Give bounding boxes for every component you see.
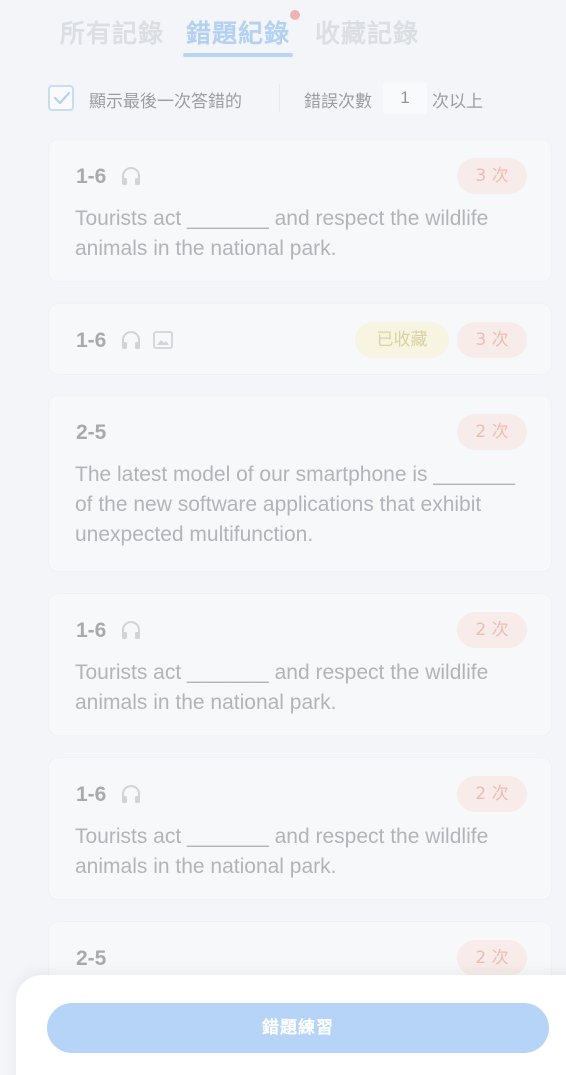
- record-card[interactable]: 1-6 2 次 Tourists act _______ and respect…: [48, 757, 552, 900]
- question-text: The latest model of our smartphone is __…: [75, 463, 516, 546]
- active-tab-indicator: [183, 53, 293, 57]
- filter-row: 顯示最後一次答錯的 錯誤次數 1 次以上: [0, 80, 566, 116]
- question-text: Tourists act _______ and respect the wil…: [75, 825, 489, 878]
- card-title: 1-6: [76, 619, 107, 642]
- wrong-count-badge: 2 次: [457, 940, 527, 976]
- headphones-icon: [120, 783, 142, 805]
- record-card[interactable]: 2-5 2 次 The latest model of our smartpho…: [48, 395, 552, 572]
- card-title: 2-5: [76, 421, 107, 444]
- record-card[interactable]: 1-6 2 次 Tourists act _______ and respect…: [48, 593, 552, 736]
- show-last-wrong-checkbox[interactable]: [48, 85, 74, 111]
- error-count-input[interactable]: 1: [383, 82, 427, 114]
- wrong-count-badge: 2 次: [457, 414, 527, 450]
- error-count-label: 錯誤次數: [304, 92, 372, 112]
- headphones-icon: [120, 329, 142, 351]
- image-icon: [152, 329, 174, 351]
- practice-wrong-button[interactable]: 錯題練習: [47, 1003, 549, 1053]
- headphones-icon: [120, 165, 142, 187]
- error-count-suffix: 次以上: [432, 92, 483, 112]
- record-card[interactable]: 1-6 3 次 Tourists act _______ and respect…: [48, 139, 552, 282]
- divider: [279, 84, 280, 112]
- headphones-icon: [120, 619, 142, 641]
- checkbox-label[interactable]: 顯示最後一次答錯的: [89, 87, 242, 112]
- check-icon: [53, 91, 71, 105]
- card-title: 2-5: [76, 947, 107, 970]
- wrong-count-badge: 2 次: [457, 612, 527, 648]
- wrong-count-badge: 2 次: [457, 776, 527, 812]
- tab-all-records[interactable]: 所有記錄: [60, 14, 164, 50]
- wrong-count-badge: 3 次: [457, 322, 527, 358]
- tab-wrong-records[interactable]: 錯題紀錄: [186, 14, 290, 50]
- question-text: Tourists act _______ and respect the wil…: [75, 661, 489, 714]
- card-title: 1-6: [76, 165, 107, 188]
- card-title: 1-6: [76, 783, 107, 806]
- tab-bar: 所有記錄 錯題紀錄 收藏記錄: [0, 0, 566, 66]
- tab-favorite-records[interactable]: 收藏記錄: [315, 14, 419, 50]
- question-text: Tourists act _______ and respect the wil…: [75, 207, 489, 260]
- notification-dot: [290, 10, 300, 20]
- record-card[interactable]: 1-6 已收藏 3 次: [48, 303, 552, 375]
- wrong-count-badge: 3 次: [457, 158, 527, 194]
- favorited-badge: 已收藏: [355, 322, 449, 358]
- card-title: 1-6: [76, 329, 107, 352]
